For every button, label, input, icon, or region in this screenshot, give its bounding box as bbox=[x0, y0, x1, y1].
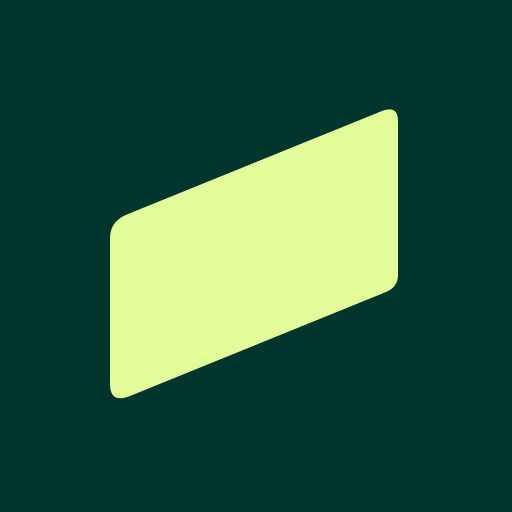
app-icon-canvas bbox=[0, 0, 512, 512]
app-icon bbox=[0, 0, 512, 512]
